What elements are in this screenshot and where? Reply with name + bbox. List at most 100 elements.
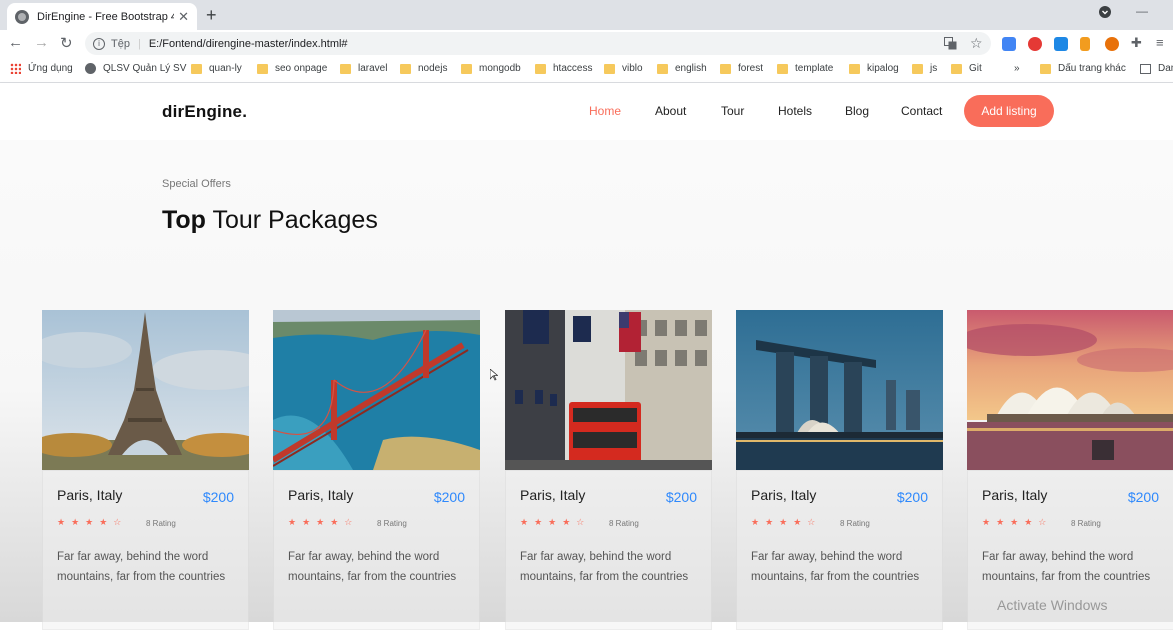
tour-card[interactable]: Paris, Italy $200 ★★★★☆ 8 Rating Far far…	[967, 310, 1173, 630]
tour-price: $200	[433, 489, 465, 505]
translate-icon[interactable]	[944, 37, 957, 53]
bookmark-folder[interactable]: mongodb	[461, 63, 521, 74]
new-tab-button[interactable]: +	[206, 5, 217, 26]
folder-icon	[849, 63, 860, 74]
ruler-extension-icon[interactable]	[1080, 37, 1090, 51]
bookmark-star-icon[interactable]: ☆	[970, 35, 983, 52]
folder-icon	[1040, 63, 1051, 74]
activate-windows-watermark: Activate Windows	[997, 597, 1108, 613]
tour-description: Far far away, behind the word mountains,…	[57, 551, 226, 583]
rating-text: 8 Rating	[1071, 519, 1101, 528]
adblock-extension-icon[interactable]	[1028, 37, 1042, 51]
browser-tab[interactable]: DirEngine - Free Bootstrap 4 Tem ✕	[7, 3, 197, 30]
site-logo[interactable]: dirEngine.	[162, 102, 247, 122]
nav-link-about[interactable]: About	[655, 104, 686, 118]
bookmark-folder[interactable]: seo onpage	[257, 63, 327, 74]
forward-icon[interactable]: →	[34, 34, 49, 51]
tour-packages-section: Special Offers Top Tour Packages Paris, …	[0, 140, 1173, 630]
tour-place[interactable]: Paris, Italy	[288, 487, 353, 503]
nav-link-blog[interactable]: Blog	[845, 104, 869, 118]
url-scheme: Tệp	[111, 37, 130, 50]
tour-price: $200	[665, 489, 697, 505]
tour-image-marina-bay-sands[interactable]	[736, 310, 943, 470]
bookmark-folder[interactable]: quan-ly	[191, 63, 242, 74]
folder-icon	[657, 63, 668, 74]
add-listing-button[interactable]: Add listing	[964, 95, 1054, 127]
nav-link-tour[interactable]: Tour	[721, 104, 744, 118]
bookmark-folder[interactable]: laravel	[340, 63, 387, 74]
rating-text: 8 Rating	[377, 519, 407, 528]
bookmark-folder[interactable]: viblo	[604, 63, 643, 74]
tour-description: Far far away, behind the word mountains,…	[751, 551, 920, 583]
bookmark-folder[interactable]: js	[912, 63, 937, 74]
bookmarks-bar: Ứng dụng QLSV Quản Lý SV quan-ly seo onp…	[0, 57, 1173, 83]
section-subheading: Special Offers	[162, 178, 231, 190]
globe-icon	[85, 63, 96, 74]
bookmark-folder[interactable]: template	[777, 63, 833, 74]
bookmark-apps[interactable]: Ứng dụng	[10, 63, 73, 74]
folder-icon	[720, 63, 731, 74]
fire-extension-icon[interactable]	[1105, 37, 1119, 51]
bookmark-folder[interactable]: forest	[720, 63, 763, 74]
section-heading: Top Tour Packages	[162, 206, 378, 235]
star-rating-icon: ★★★★☆	[982, 517, 1053, 527]
bookmark-folder[interactable]: Git	[951, 63, 982, 74]
bookmark-folder[interactable]: nodejs	[400, 63, 447, 74]
tour-image-golden-gate-bridge[interactable]	[273, 310, 480, 470]
bookmark-qlsv[interactable]: QLSV Quản Lý SV	[85, 63, 186, 74]
apps-icon	[10, 63, 21, 74]
minimize-icon[interactable]: —	[1136, 4, 1148, 18]
tour-description: Far far away, behind the word mountains,…	[288, 551, 457, 583]
download-extension-icon[interactable]	[1054, 37, 1068, 51]
reading-list-button[interactable]: Dan	[1140, 63, 1173, 74]
bookmarks-overflow-button[interactable]: »	[1014, 63, 1020, 74]
close-icon[interactable]: ✕	[178, 9, 189, 25]
tour-price: $200	[896, 489, 928, 505]
tour-image-london-street-bus[interactable]	[505, 310, 712, 470]
star-rating-icon: ★★★★☆	[520, 517, 591, 527]
tour-place[interactable]: Paris, Italy	[982, 487, 1047, 503]
tour-card-body: Paris, Italy $200 ★★★★☆ 8 Rating Far far…	[736, 470, 943, 630]
nav-link-contact[interactable]: Contact	[901, 104, 942, 118]
google-translate-extension-icon[interactable]	[1002, 37, 1016, 51]
tour-price: $200	[1127, 489, 1159, 505]
puzzle-extensions-icon[interactable]: ✚	[1131, 35, 1142, 51]
tour-card-body: Paris, Italy $200 ★★★★☆ 8 Rating Far far…	[42, 470, 249, 630]
tour-card[interactable]: Paris, Italy $200 ★★★★☆ 8 Rating Far far…	[42, 310, 249, 630]
address-bar[interactable]: i Tệp | E:/Fontend/direngine-master/inde…	[85, 32, 991, 55]
url-text[interactable]: E:/Fontend/direngine-master/index.html#	[149, 38, 348, 50]
star-rating-icon: ★★★★☆	[57, 517, 128, 527]
profile-icon[interactable]	[1099, 6, 1111, 21]
tour-card[interactable]: Paris, Italy $200 ★★★★☆ 8 Rating Far far…	[736, 310, 943, 630]
bookmark-folder[interactable]: htaccess	[535, 63, 592, 74]
tour-card-body: Paris, Italy $200 ★★★★☆ 8 Rating Far far…	[273, 470, 480, 630]
folder-icon	[912, 63, 923, 74]
tour-card[interactable]: Paris, Italy $200 ★★★★☆ 8 Rating Far far…	[273, 310, 480, 630]
bookmark-folder[interactable]: kipalog	[849, 63, 899, 74]
tour-place[interactable]: Paris, Italy	[57, 487, 122, 503]
info-icon[interactable]: i	[93, 37, 105, 50]
media-control-icon[interactable]: ≡	[1156, 35, 1164, 50]
tour-place[interactable]: Paris, Italy	[751, 487, 816, 503]
tour-place[interactable]: Paris, Italy	[520, 487, 585, 503]
rating-text: 8 Rating	[146, 519, 176, 528]
bookmark-other-folder[interactable]: Dấu trang khác	[1040, 63, 1126, 74]
nav-link-hotels[interactable]: Hotels	[778, 104, 812, 118]
reload-icon[interactable]: ↻	[60, 34, 73, 52]
tour-card-body: Paris, Italy $200 ★★★★☆ 8 Rating Far far…	[505, 470, 712, 630]
tour-image-eiffel-tower[interactable]	[42, 310, 249, 470]
heading-bold: Top	[162, 206, 206, 234]
site-navbar: dirEngine. Home About Tour Hotels Blog C…	[0, 83, 1173, 140]
url-separator: |	[137, 37, 141, 50]
bookmark-folder[interactable]: english	[657, 63, 707, 74]
tour-price: $200	[202, 489, 234, 505]
nav-link-home[interactable]: Home	[589, 104, 621, 118]
tour-image-sydney-opera-house[interactable]	[967, 310, 1173, 470]
tour-description: Far far away, behind the word mountains,…	[520, 551, 689, 583]
back-icon[interactable]: ←	[8, 34, 23, 51]
folder-icon	[777, 63, 788, 74]
folder-icon	[535, 63, 546, 74]
tour-description: Far far away, behind the word mountains,…	[982, 551, 1151, 583]
tour-card[interactable]: Paris, Italy $200 ★★★★☆ 8 Rating Far far…	[505, 310, 712, 630]
tab-title: DirEngine - Free Bootstrap 4 Tem	[37, 10, 175, 23]
